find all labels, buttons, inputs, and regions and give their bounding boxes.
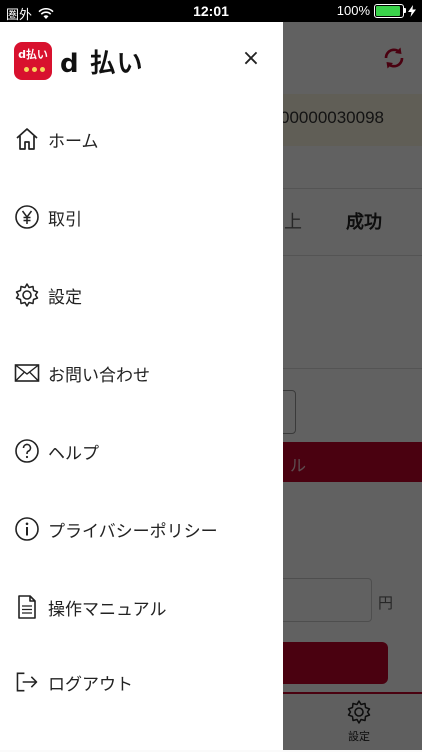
menu-label: プライバシーポリシー (48, 521, 218, 542)
menu-label: 操作マニュアル (48, 599, 167, 620)
menu-label: お問い合わせ (48, 365, 150, 386)
menu-label: 取引 (48, 209, 82, 230)
charging-icon (408, 4, 416, 17)
menu-item-help[interactable]: ヘルプ (14, 431, 274, 471)
menu-item-logout[interactable]: ログアウト (14, 662, 274, 702)
menu-item-transactions[interactable]: 取引 (14, 197, 274, 237)
logo-badge: d払い (14, 42, 52, 80)
app-logo: d払い d 払い (14, 42, 144, 80)
status-bar: 圏外 12:01 100% (0, 0, 422, 22)
logo-badge-text: d払い (18, 48, 48, 61)
menu-label: ホーム (48, 131, 99, 152)
logout-icon (14, 669, 40, 695)
side-drawer: d払い d 払い × ホーム 取引 設定 お問い合わせ ヘルプ プライバシーポリ… (0, 22, 283, 750)
menu-item-manual[interactable]: 操作マニュアル (14, 587, 274, 627)
document-icon (14, 594, 40, 620)
menu-item-contact[interactable]: お問い合わせ (14, 353, 274, 393)
battery-icon (374, 3, 406, 18)
menu-item-privacy[interactable]: プライバシーポリシー (14, 509, 274, 549)
menu-label: ログアウト (48, 674, 133, 695)
close-icon[interactable]: × (238, 46, 264, 72)
menu-item-settings[interactable]: 設定 (14, 275, 274, 315)
gear-icon (14, 282, 40, 308)
menu-item-home[interactable]: ホーム (14, 119, 274, 159)
menu-label: ヘルプ (48, 443, 99, 464)
help-icon (14, 438, 40, 464)
yen-icon (14, 204, 40, 230)
logo-text: d 払い (60, 48, 144, 79)
battery-percent: 100% (336, 3, 370, 18)
mail-icon (14, 360, 40, 386)
info-icon (14, 516, 40, 542)
home-icon (14, 126, 40, 152)
menu-label: 設定 (48, 287, 82, 308)
